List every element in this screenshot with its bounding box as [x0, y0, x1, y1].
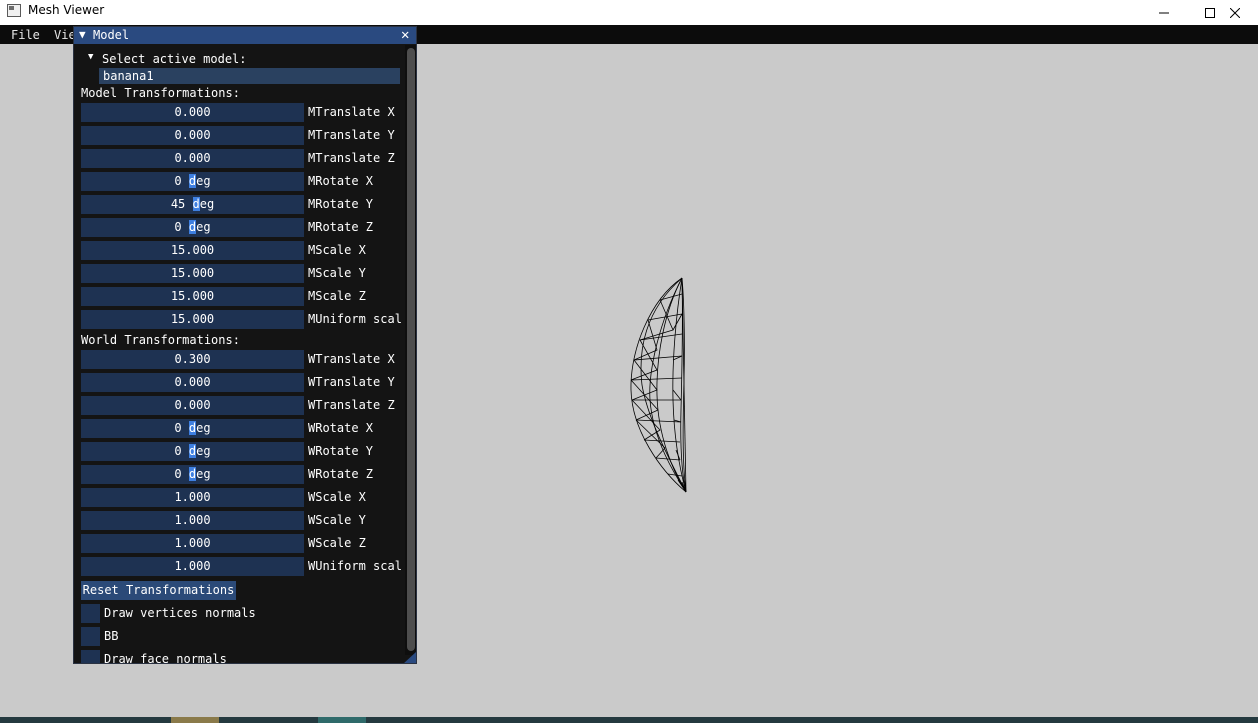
drag-float-field[interactable]: 45 deg: [81, 195, 304, 214]
draw-vertices-normals-checkbox[interactable]: [81, 604, 100, 623]
taskbar-item-accent[interactable]: [318, 717, 366, 723]
field-label: WRotate X: [308, 421, 374, 435]
text-selection: d: [188, 444, 197, 458]
field-value: 1.000: [174, 513, 211, 527]
drag-float-field[interactable]: 15.000: [81, 310, 304, 329]
taskbar-item-accent[interactable]: [171, 717, 219, 723]
field-value: 0.000: [174, 128, 211, 142]
field-label: WUniform scal: [308, 559, 402, 573]
field-value: 15.000: [170, 312, 215, 326]
drag-float-field[interactable]: 1.000: [81, 511, 304, 530]
field-label: MRotate Y: [308, 197, 374, 211]
minimize-button[interactable]: [1141, 0, 1187, 25]
draw-face-normals-checkbox[interactable]: [81, 650, 100, 663]
field-value: 0.000: [174, 375, 211, 389]
banana-wireframe-mesh: [630, 277, 687, 493]
field-label: MTranslate Y: [308, 128, 395, 142]
draw-vertices-normals-label: Draw vertices normals: [104, 606, 256, 620]
drag-float-field[interactable]: 0 deg: [81, 172, 304, 191]
field-label: WScale Y: [308, 513, 366, 527]
app-icon: [7, 4, 21, 17]
drag-float-field[interactable]: 0.000: [81, 103, 304, 122]
bb-label: BB: [104, 629, 119, 643]
text-selection: d: [188, 174, 197, 188]
field-value: 0.000: [174, 151, 211, 165]
resize-grip-icon[interactable]: [403, 652, 416, 663]
field-label: MRotate X: [308, 174, 374, 188]
drag-float-field[interactable]: 0 deg: [81, 218, 304, 237]
selected-model-name: banana1: [103, 69, 154, 83]
field-value: 0.000: [174, 398, 211, 412]
drag-float-field[interactable]: 15.000: [81, 287, 304, 306]
field-label: MRotate Z: [308, 220, 374, 234]
tree-arrow-icon[interactable]: ▼: [88, 52, 93, 62]
reset-transformations-button[interactable]: Reset Transformations: [81, 581, 236, 600]
drag-float-field[interactable]: 0.000: [81, 396, 304, 415]
drag-float-field[interactable]: 0.000: [81, 126, 304, 145]
field-value: 15.000: [170, 289, 215, 303]
drag-float-field[interactable]: 0 deg: [81, 465, 304, 484]
field-value: 1.000: [174, 536, 211, 550]
field-label: WRotate Z: [308, 467, 374, 481]
field-value: 0 deg: [174, 444, 211, 458]
field-label: WTranslate Z: [308, 398, 395, 412]
draw-face-normals-label: Draw face normals: [104, 652, 227, 664]
select-model-label[interactable]: Select active model:: [102, 52, 247, 66]
panel-scrollbar-thumb[interactable]: [407, 48, 415, 651]
drag-float-field[interactable]: 0.300: [81, 350, 304, 369]
window-titlebar: Mesh Viewer: [0, 0, 1258, 25]
field-label: MScale X: [308, 243, 366, 257]
field-label: MTranslate Z: [308, 151, 395, 165]
drag-float-field[interactable]: 15.000: [81, 264, 304, 283]
drag-float-field[interactable]: 0.000: [81, 373, 304, 392]
field-value: 45 deg: [170, 197, 215, 211]
text-selection: d: [192, 197, 200, 211]
field-label: WTranslate X: [308, 352, 395, 366]
field-value: 0 deg: [174, 220, 211, 234]
drag-float-field[interactable]: 0 deg: [81, 442, 304, 461]
field-value: 1.000: [174, 559, 211, 573]
field-value: 0 deg: [174, 421, 211, 435]
drag-float-field[interactable]: 0 deg: [81, 419, 304, 438]
taskbar-strip: [0, 717, 1258, 723]
panel-title: Model: [93, 28, 130, 42]
window-title: Mesh Viewer: [28, 3, 105, 17]
field-label: WScale X: [308, 490, 366, 504]
field-label: MScale Z: [308, 289, 366, 303]
field-value: 0.000: [174, 105, 211, 119]
panel-close-icon[interactable]: ✕: [401, 27, 409, 43]
field-value: 15.000: [170, 266, 215, 280]
field-label: MScale Y: [308, 266, 366, 280]
drag-float-field[interactable]: 0.000: [81, 149, 304, 168]
minimize-icon: [1159, 12, 1169, 13]
field-label: WRotate Y: [308, 444, 374, 458]
drag-float-field[interactable]: 1.000: [81, 534, 304, 553]
field-value: 1.000: [174, 490, 211, 504]
text-selection: d: [188, 220, 197, 234]
field-label: WTranslate Y: [308, 375, 395, 389]
drag-float-field[interactable]: 1.000: [81, 557, 304, 576]
field-value: 0 deg: [174, 467, 211, 481]
field-label: MUniform scal: [308, 312, 402, 326]
close-icon: [1230, 7, 1240, 18]
model-list-item-selected[interactable]: banana1: [99, 68, 400, 84]
field-label: WScale Z: [308, 536, 366, 550]
world-transformations-heading: World Transformations:: [81, 333, 240, 347]
field-value: 15.000: [170, 243, 215, 257]
drag-float-field[interactable]: 15.000: [81, 241, 304, 260]
field-value: 0.300: [174, 352, 211, 366]
model-panel[interactable]: ▼ Model ✕ ▼ Select active model: banana1…: [73, 26, 417, 664]
collapse-arrow-icon[interactable]: ▼: [79, 28, 86, 41]
field-label: MTranslate X: [308, 105, 395, 119]
panel-titlebar[interactable]: ▼ Model ✕: [74, 27, 416, 44]
close-window-button[interactable]: [1212, 0, 1258, 25]
drag-float-field[interactable]: 1.000: [81, 488, 304, 507]
model-transformations-heading: Model Transformations:: [81, 86, 240, 100]
text-selection: d: [188, 467, 197, 481]
field-value: 0 deg: [174, 174, 211, 188]
bb-checkbox[interactable]: [81, 627, 100, 646]
menu-file[interactable]: File: [11, 28, 40, 42]
text-selection: d: [188, 421, 197, 435]
